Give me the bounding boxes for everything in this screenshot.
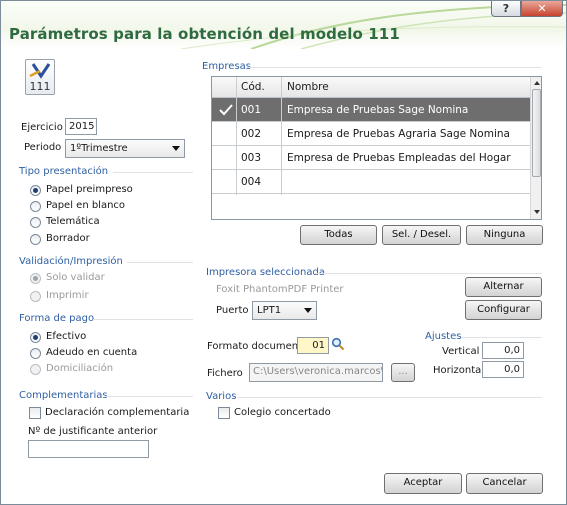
close-button[interactable]: ✕ <box>521 1 563 17</box>
divider <box>314 273 542 274</box>
ejercicio-label: Ejercicio <box>21 122 63 133</box>
checkbox-label: Declaración complementaria <box>45 407 190 418</box>
alternar-button[interactable]: Alternar <box>465 277 542 297</box>
divider <box>461 337 542 338</box>
row-codigo: 001 <box>241 104 262 116</box>
todas-button[interactable]: Todas <box>300 225 377 245</box>
radio-papel-en-blanco[interactable] <box>30 201 41 212</box>
tipo-presentacion-title: Tipo presentación <box>19 166 109 177</box>
radio-label: Efectivo <box>46 331 87 342</box>
ejercicio-input[interactable]: 2015 <box>65 118 97 135</box>
configurar-button[interactable]: Configurar <box>465 300 542 320</box>
checkbox-label: Colegio concertado <box>234 407 331 418</box>
empresas-title: Empresas <box>202 61 251 72</box>
radio-label: Telemática <box>46 216 100 227</box>
aceptar-button[interactable]: Aceptar <box>384 473 462 494</box>
divider <box>127 262 193 263</box>
ajustes-title: Ajustes <box>425 331 462 342</box>
vertical-input[interactable]: 0,0 <box>482 342 524 359</box>
search-icon[interactable] <box>331 337 345 351</box>
scroll-up-icon[interactable] <box>534 81 540 85</box>
radio-borrador[interactable] <box>30 234 41 245</box>
radio-label: Adeudo en cuenta <box>46 347 138 358</box>
radio-domiciliacion[interactable] <box>30 364 41 375</box>
periodo-label: Periodo <box>24 142 62 153</box>
window-title: Parámetros para la obtención del modelo … <box>9 25 400 43</box>
row-codigo: 004 <box>241 176 262 188</box>
column-divider <box>236 77 237 195</box>
column-header-codigo[interactable]: Cód. <box>241 81 265 93</box>
validacion-title: Validación/Impresión <box>19 256 123 267</box>
scroll-thumb[interactable] <box>532 89 541 177</box>
declaracion-complementaria-checkbox[interactable] <box>29 407 41 419</box>
justificante-label: Nº de justificante anterior <box>28 426 158 437</box>
row-nombre: Empresa de Pruebas Agraria Sage Nomina <box>287 128 510 140</box>
printer-name: Foxit PhantomPDF Printer <box>216 284 344 295</box>
table-row[interactable]: 004 <box>212 170 530 194</box>
divider <box>93 319 193 320</box>
forma-pago-title: Forma de pago <box>19 313 95 324</box>
scroll-down-icon[interactable] <box>534 210 540 214</box>
title-bar: Parámetros para la obtención del modelo … <box>1 1 566 49</box>
impresora-title: Impresora seleccionada <box>206 267 325 278</box>
row-codigo: 003 <box>241 152 262 164</box>
modelo-111-logo: 111 <box>25 59 55 95</box>
radio-label: Papel en blanco <box>46 200 126 211</box>
table-header: Cód. Nombre <box>212 77 530 98</box>
tax-agency-icon <box>29 63 51 79</box>
justificante-input[interactable] <box>28 440 149 458</box>
empresas-table[interactable]: Cód. Nombre 001 Empresa de Pruebas Sage … <box>211 76 542 220</box>
table-row[interactable]: 001 Empresa de Pruebas Sage Nomina <box>212 98 530 122</box>
radio-telematica[interactable] <box>30 217 41 228</box>
radio-solo-validar[interactable] <box>30 273 41 284</box>
formato-input[interactable]: 01 <box>297 337 329 354</box>
logo-number: 111 <box>29 80 51 93</box>
checkmark-icon <box>219 104 233 116</box>
puerto-select[interactable]: LPT1 <box>252 301 317 320</box>
divider <box>238 397 542 398</box>
horizontal-label: Horizontal <box>433 365 485 376</box>
row-codigo: 002 <box>241 128 262 140</box>
chevron-down-icon <box>172 146 180 151</box>
radio-papel-preimpreso[interactable] <box>30 185 41 196</box>
periodo-value: 1ºTrimestre <box>70 143 128 154</box>
row-nombre: Empresa de Pruebas Empleadas del Hogar <box>287 152 511 164</box>
chevron-down-icon <box>304 308 312 313</box>
periodo-select[interactable]: 1ºTrimestre <box>65 139 185 158</box>
divider <box>105 396 193 397</box>
row-nombre: Empresa de Pruebas Sage Nomina <box>287 104 469 116</box>
table-row[interactable]: 002 Empresa de Pruebas Agraria Sage Nomi… <box>212 122 530 146</box>
radio-label: Borrador <box>46 233 90 244</box>
help-button[interactable]: ? <box>491 1 521 17</box>
colegio-concertado-checkbox[interactable] <box>218 407 230 419</box>
radio-imprimir[interactable] <box>30 291 41 302</box>
divider <box>113 172 193 173</box>
radio-adeudo-en-cuenta[interactable] <box>30 348 41 359</box>
radio-label: Domiciliación <box>46 363 114 374</box>
radio-label: Solo validar <box>46 272 105 283</box>
table-scrollbar[interactable] <box>530 77 541 219</box>
browse-button[interactable]: ... <box>391 363 415 382</box>
column-header-nombre[interactable]: Nombre <box>287 81 329 93</box>
puerto-label: Puerto <box>216 305 249 316</box>
horizontal-input[interactable]: 0,0 <box>482 361 524 378</box>
formato-label: Formato documento <box>207 341 309 352</box>
radio-label: Imprimir <box>46 290 89 301</box>
divider <box>246 67 542 68</box>
ninguna-button[interactable]: Ninguna <box>466 225 543 245</box>
puerto-value: LPT1 <box>257 305 282 316</box>
column-divider <box>281 77 282 195</box>
varios-title: Varios <box>206 391 237 402</box>
vertical-label: Vertical <box>442 346 480 357</box>
table-row[interactable]: 003 Empresa de Pruebas Empleadas del Hog… <box>212 146 530 170</box>
complementarias-title: Complementarias <box>19 390 108 401</box>
cancelar-button[interactable]: Cancelar <box>466 473 543 494</box>
fichero-label: Fichero <box>207 368 243 379</box>
dialog-window: Parámetros para la obtención del modelo … <box>0 0 567 505</box>
fichero-input[interactable]: C:\Users\veronica.marcos\Do <box>249 363 383 382</box>
sel-desel-button[interactable]: Sel. / Desel. <box>382 225 461 245</box>
radio-label: Papel preimpreso <box>46 184 133 195</box>
radio-efectivo[interactable] <box>30 332 41 343</box>
